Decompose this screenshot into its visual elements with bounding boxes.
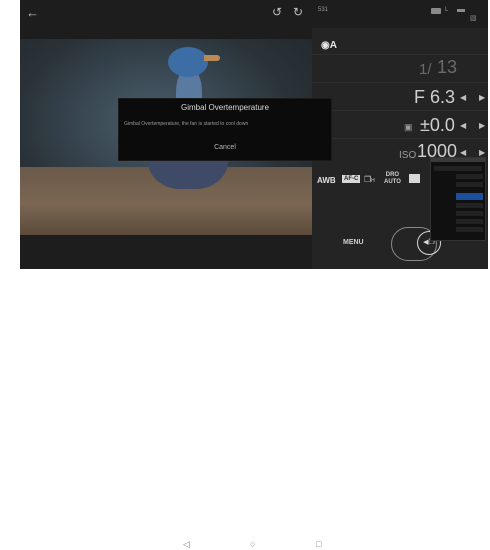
mini-panel-header <box>431 158 485 162</box>
metering-icon[interactable] <box>409 174 420 183</box>
nav-back-icon[interactable]: ◁ <box>183 539 190 550</box>
dro-button[interactable]: DRO AUTO <box>384 172 401 186</box>
system-nav-bar: ◁ ○ □ <box>0 269 468 549</box>
battery-icon <box>431 8 441 14</box>
divider <box>312 82 488 83</box>
back-icon[interactable]: ← <box>26 5 39 20</box>
ev-increase-icon[interactable]: ▶ <box>479 121 485 130</box>
divider <box>312 110 488 111</box>
iso-decrease-icon[interactable]: ◀ <box>460 148 466 157</box>
divider <box>312 138 488 139</box>
rotate-left-icon[interactable]: ↺ <box>272 5 282 19</box>
preview-duck-head <box>168 47 208 77</box>
mini-panel-row <box>434 166 482 171</box>
dro-line2: AUTO <box>384 179 401 185</box>
shutter-prefix: 1/ <box>419 61 432 78</box>
battery-label: L <box>445 7 449 13</box>
mini-panel-row <box>456 211 483 216</box>
dro-line1: DRO <box>385 172 400 178</box>
camera-app: ← ↺ ↻ 531 L ▧ ◉A 1/ 13 F 6.3 ◀ ▶ ▣ ±0.0 … <box>20 0 488 269</box>
preview-duck-beak <box>204 55 220 61</box>
aperture-increase-icon[interactable]: ▶ <box>479 93 485 102</box>
mode-indicator[interactable]: ◉A <box>321 40 337 51</box>
mini-panel-row <box>456 182 483 187</box>
mode-label: A <box>329 40 337 51</box>
rotate-right-icon[interactable]: ↻ <box>293 5 303 19</box>
iso-label: ISO <box>399 150 417 161</box>
dialog-title: Gimbal Overtemperature <box>180 103 270 112</box>
iso-increase-icon[interactable]: ▶ <box>479 148 485 157</box>
aperture-value[interactable]: F 6.3 <box>414 87 455 108</box>
white-balance-button[interactable]: AWB <box>317 176 336 185</box>
nav-recents-icon[interactable]: □ <box>316 539 321 549</box>
divider <box>312 54 488 55</box>
focus-mode-button[interactable]: AF-C <box>342 175 361 183</box>
shutter-speed-value[interactable]: 13 <box>437 57 457 78</box>
top-bar: ← ↺ ↻ 531 L ▧ <box>20 0 488 28</box>
screen: ← ↺ ↻ 531 L ▧ ◉A 1/ 13 F 6.3 ◀ ▶ ▣ ±0.0 … <box>0 0 490 549</box>
sd-card-icon: ▧ <box>470 15 477 22</box>
dialog-message: Gimbal Overtemperature, the fan is start… <box>124 121 249 127</box>
mini-panel-row <box>456 219 483 224</box>
shots-remaining: 531 <box>318 7 329 13</box>
exposure-compensation-icon: ▣ <box>404 122 413 132</box>
ev-decrease-icon[interactable]: ◀ <box>460 121 466 130</box>
menu-button[interactable]: MENU <box>343 239 364 246</box>
exposure-compensation-value[interactable]: ±0.0 <box>420 115 455 136</box>
mini-panel-row <box>456 203 483 208</box>
aperture-decrease-icon[interactable]: ◀ <box>460 93 466 102</box>
mini-panel-selected-row <box>456 193 483 200</box>
mini-panel-row <box>456 227 483 232</box>
battery-level-icon <box>457 9 465 12</box>
mini-overlay-panel[interactable] <box>430 157 486 241</box>
cancel-button[interactable]: Cancel <box>119 144 331 151</box>
drive-mode-button[interactable]: ❐H <box>364 175 375 184</box>
gimbal-overtemperature-dialog: Gimbal Overtemperature Gimbal Overtemper… <box>118 98 332 161</box>
mini-panel-row <box>456 174 483 179</box>
drive-mode-label: H <box>371 178 375 184</box>
nav-home-icon[interactable]: ○ <box>250 539 255 549</box>
